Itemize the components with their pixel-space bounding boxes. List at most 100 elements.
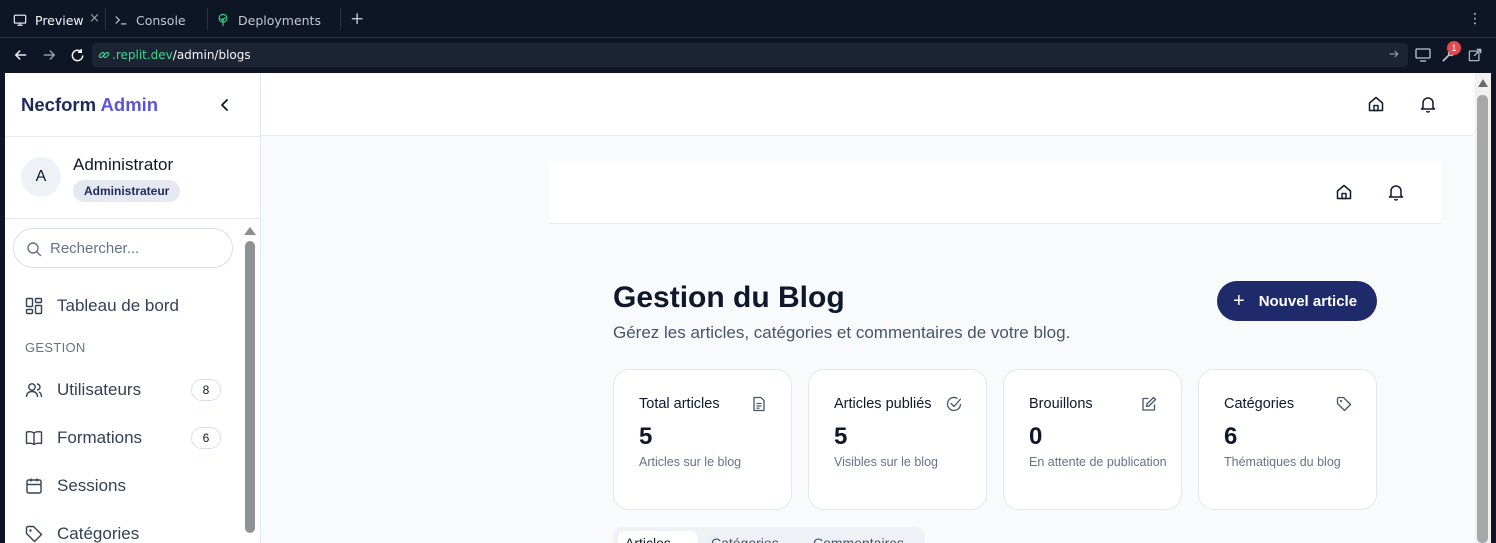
tab-deployments[interactable]: Deployments [215,6,321,34]
stat-value: 5 [834,423,848,450]
button-label: Nouvel article [1258,292,1358,310]
add-tab-button[interactable]: + [350,10,364,28]
stat-card-categories: Catégories 6 Thématiques du blog [1198,369,1377,510]
url-path: /admin/blogs [172,48,251,62]
dashboard-icon [25,297,43,315]
arrow-right-icon [43,50,56,60]
search-field[interactable] [13,228,233,268]
deploy-icon [215,12,231,28]
close-icon[interactable]: × [89,12,101,26]
inner-header [549,161,1441,224]
page-title: Gestion du Blog [613,281,845,314]
browser-tab-bar: Preview × Console Deployments + ⋮ [0,0,1496,38]
stat-title: Catégories [1224,396,1295,412]
tab-articles[interactable]: Articles [625,535,671,543]
browser-url-bar: .replit.dev/admin/blogs [0,38,1496,73]
notification-count-badge: 1 [1447,41,1461,55]
tab-preview[interactable]: Preview [12,6,84,34]
sidebar-item-users[interactable]: Utilisateurs [25,378,141,402]
tab-divider [105,8,106,30]
stat-description: Thématiques du blog [1224,455,1341,469]
sidebar: Necform Admin A Administrator Administra… [5,73,261,543]
sidebar-item-label: Utilisateurs [57,380,142,399]
user-name: Administrator [73,155,174,174]
app-viewport: Necform Admin A Administrator Administra… [5,73,1491,543]
scroll-up-icon[interactable] [1478,79,1488,87]
scroll-up-icon[interactable] [244,227,256,235]
stat-title: Brouillons [1029,396,1093,412]
stat-title: Total articles [639,396,720,412]
scrollbar-thumb[interactable] [1477,95,1488,543]
stat-value: 6 [1224,423,1238,450]
arrow-left-icon [14,50,27,60]
tab-comments[interactable]: Commentaires [813,535,904,543]
devices-icon[interactable] [1414,46,1432,64]
back-button[interactable] [12,46,30,64]
stat-description: Visibles sur le blog [834,455,938,469]
brand-logo[interactable]: Necform Admin [21,94,158,116]
edit-icon [1141,396,1157,412]
stat-description: En attente de publication [1029,455,1167,469]
chevron-left-icon [221,99,228,111]
go-arrow-icon[interactable] [1388,47,1400,64]
sidebar-item-dashboard[interactable]: Tableau de bord [25,294,179,318]
sidebar-scrollbar[interactable] [244,225,256,543]
forward-button[interactable] [40,46,58,64]
stat-value: 5 [639,423,653,450]
tag-icon [25,525,43,543]
new-article-button[interactable]: + Nouvel article [1217,281,1377,321]
avatar[interactable]: A [21,157,61,197]
sidebar-item-categories[interactable]: Catégories [25,522,139,543]
stat-description: Articles sur le blog [639,455,742,469]
home-icon[interactable] [1335,183,1353,201]
calendar-icon [25,477,43,495]
stat-card-published-articles: Articles publiés 5 Visibles sur le blog [808,369,987,510]
link-icon [98,49,110,61]
document-icon [751,396,767,412]
url-field[interactable]: .replit.dev/admin/blogs [92,43,1408,67]
sidebar-item-sessions[interactable]: Sessions [25,474,126,498]
brand-accent: Admin [100,94,159,115]
stat-title: Articles publiés [834,396,932,412]
tab-categories[interactable]: Catégories [711,535,779,543]
scrollbar-thumb[interactable] [245,241,255,533]
url-host: .replit.dev [112,48,173,62]
more-options-icon[interactable]: ⋮ [1468,10,1482,28]
monitor-icon [12,12,28,28]
main-scrollbar[interactable] [1475,73,1491,543]
search-icon [26,241,42,261]
tab-console[interactable]: Console [113,6,186,34]
reload-button[interactable] [68,46,86,64]
tab-divider [207,8,208,30]
divider [5,136,261,137]
sidebar-item-label: Catégories [57,524,140,543]
page-subtitle: Gérez les articles, catégories et commen… [613,323,1071,342]
tab-label: Preview [35,12,84,28]
role-badge: Administrateur [73,180,181,202]
stat-card-total-articles: Total articles 5 Articles sur le blog [613,369,792,510]
collapse-sidebar-button[interactable] [217,97,233,113]
divider [5,218,261,219]
top-bar [261,73,1473,136]
section-label: GESTION [25,340,86,355]
search-input[interactable] [50,238,226,258]
content-tabs: Articles Catégories Commentaires [613,527,925,543]
external-link-icon[interactable] [1466,46,1484,64]
bell-icon[interactable] [1387,183,1405,201]
reload-icon [71,48,83,61]
stat-card-drafts: Brouillons 0 En attente de publication [1003,369,1182,510]
sidebar-item-label: Sessions [57,476,126,495]
users-icon [25,381,43,399]
sidebar-item-formations[interactable]: Formations [25,426,142,450]
tab-label: Deployments [238,12,321,28]
tab-label: Console [136,12,186,28]
sidebar-item-label: Formations [57,428,143,447]
count-badge: 8 [191,379,221,401]
sidebar-item-label: Tableau de bord [57,296,179,315]
bell-icon[interactable] [1419,95,1437,113]
home-icon[interactable] [1367,95,1385,113]
count-badge: 6 [191,427,221,449]
terminal-icon [113,12,129,28]
check-circle-icon [946,396,962,412]
tag-icon [1336,396,1352,412]
